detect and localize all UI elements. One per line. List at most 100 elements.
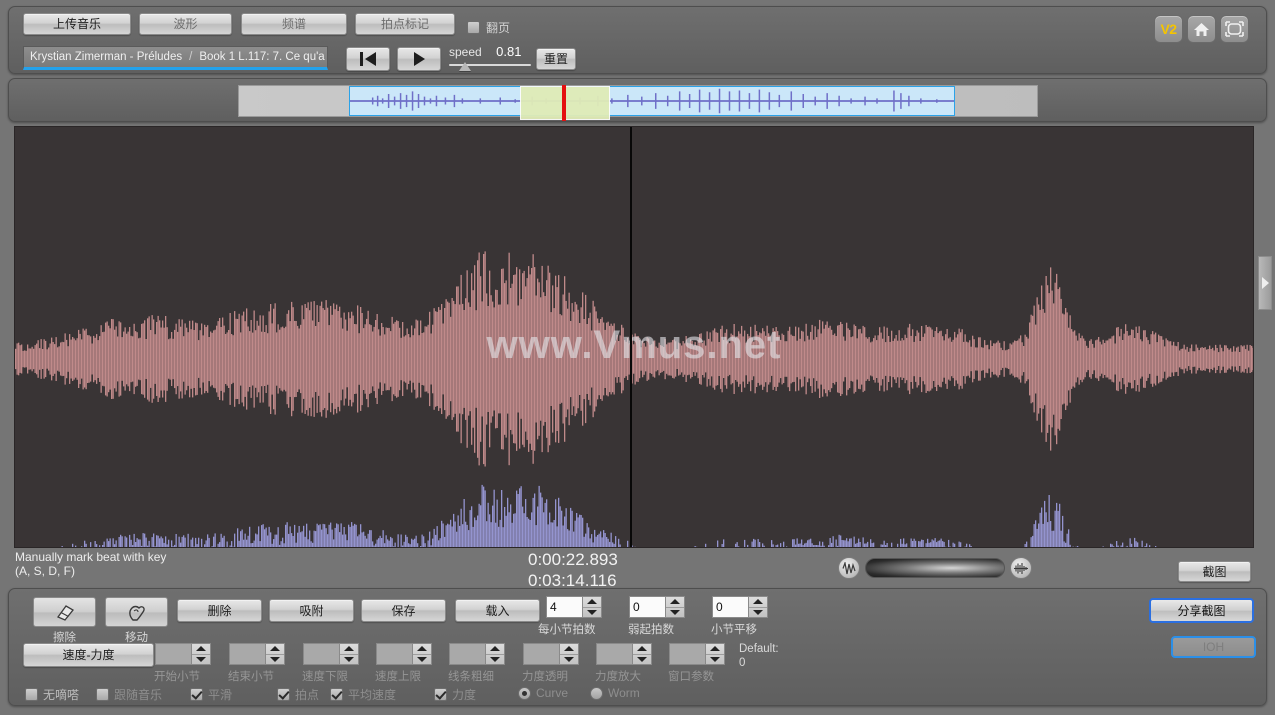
page-turn-checkbox[interactable] bbox=[467, 21, 480, 34]
pickup-beats-input[interactable]: 0 bbox=[629, 596, 665, 618]
reset-speed-button[interactable]: 重置 bbox=[536, 48, 576, 70]
tempo-min-arrows[interactable] bbox=[339, 643, 359, 665]
average-tempo-checkbox-group[interactable]: 平均速度 bbox=[330, 686, 396, 703]
dynamics-scale-input[interactable] bbox=[596, 643, 632, 665]
page-turn-checkbox-group[interactable]: 翻页 bbox=[467, 19, 510, 36]
vertical-scroll-handle[interactable] bbox=[1258, 256, 1272, 310]
fullscreen-button[interactable] bbox=[1220, 15, 1249, 43]
tempo-max-up-arrow[interactable] bbox=[413, 644, 431, 655]
overview-selection-region[interactable] bbox=[349, 85, 955, 121]
line-width-up-arrow[interactable] bbox=[486, 644, 504, 655]
dynamics-opacity-input[interactable] bbox=[523, 643, 559, 665]
waveform-narrow-icon[interactable] bbox=[1010, 557, 1032, 579]
tempo-min-input[interactable] bbox=[303, 643, 339, 665]
overview-waveform-strip[interactable] bbox=[238, 85, 1038, 121]
pickup-beats-arrows[interactable] bbox=[665, 596, 685, 618]
worm-radio-group[interactable]: Worm bbox=[590, 686, 640, 700]
start-measure-arrows[interactable] bbox=[191, 643, 211, 665]
tempo-max-stepper[interactable] bbox=[376, 643, 432, 665]
play-button[interactable] bbox=[397, 47, 441, 71]
measure-offset-stepper[interactable]: 0 bbox=[712, 596, 768, 618]
beats-per-measure-down-arrow[interactable] bbox=[583, 608, 601, 618]
rewind-button[interactable] bbox=[346, 47, 390, 71]
waveform-canvas[interactable]: www.Vmus.net bbox=[14, 126, 1254, 548]
window-param-input[interactable] bbox=[669, 643, 705, 665]
tempo-min-down-arrow[interactable] bbox=[340, 655, 358, 665]
measure-offset-up-arrow[interactable] bbox=[749, 597, 767, 608]
start-measure-down-arrow[interactable] bbox=[192, 655, 210, 665]
delete-button[interactable]: 删除 bbox=[177, 599, 262, 622]
tempo-max-arrows[interactable] bbox=[412, 643, 432, 665]
beat-checkbox-group[interactable]: 拍点 bbox=[277, 686, 319, 703]
waveform-wide-icon[interactable] bbox=[838, 557, 860, 579]
beat-checkbox[interactable] bbox=[277, 688, 290, 701]
beats-per-measure-up-arrow[interactable] bbox=[583, 597, 601, 608]
tempo-max-down-arrow[interactable] bbox=[413, 655, 431, 665]
start-measure-stepper[interactable] bbox=[155, 643, 211, 665]
window-param-down-arrow[interactable] bbox=[706, 655, 724, 665]
playhead-line[interactable] bbox=[630, 127, 632, 547]
curve-radio[interactable] bbox=[518, 686, 531, 700]
tempo-min-up-arrow[interactable] bbox=[340, 644, 358, 655]
start-measure-input[interactable] bbox=[155, 643, 191, 665]
smooth-checkbox[interactable] bbox=[190, 688, 203, 701]
window-param-arrows[interactable] bbox=[705, 643, 725, 665]
snap-button[interactable]: 吸附 bbox=[269, 599, 354, 622]
average-tempo-checkbox[interactable] bbox=[330, 688, 343, 701]
measure-offset-arrows[interactable] bbox=[748, 596, 768, 618]
spectrum-button[interactable]: 频谱 bbox=[241, 13, 347, 35]
worm-radio[interactable] bbox=[590, 686, 603, 700]
dynamics-checkbox-group[interactable]: 力度 bbox=[434, 686, 476, 703]
upload-music-button[interactable]: 上传音乐 bbox=[23, 13, 131, 35]
tempo-min-stepper[interactable] bbox=[303, 643, 359, 665]
beat-marker-button[interactable]: 拍点标记 bbox=[355, 13, 455, 35]
dynamics-opacity-arrows[interactable] bbox=[559, 643, 579, 665]
follow-music-checkbox[interactable] bbox=[96, 688, 109, 701]
screenshot-button[interactable]: 截图 bbox=[1178, 561, 1251, 582]
smooth-checkbox-group[interactable]: 平滑 bbox=[190, 686, 232, 703]
end-measure-input[interactable] bbox=[229, 643, 265, 665]
follow-music-checkbox-group[interactable]: 跟随音乐 bbox=[96, 686, 162, 703]
dynamics-opacity-down-arrow[interactable] bbox=[560, 655, 578, 665]
start-measure-up-arrow[interactable] bbox=[192, 644, 210, 655]
line-width-stepper[interactable] bbox=[449, 643, 505, 665]
line-width-arrows[interactable] bbox=[485, 643, 505, 665]
version-v2-button[interactable]: V2 bbox=[1154, 15, 1183, 43]
dynamics-opacity-up-arrow[interactable] bbox=[560, 644, 578, 655]
end-measure-up-arrow[interactable] bbox=[266, 644, 284, 655]
dynamics-scale-stepper[interactable] bbox=[596, 643, 652, 665]
erase-tool-button[interactable] bbox=[33, 597, 96, 627]
line-width-down-arrow[interactable] bbox=[486, 655, 504, 665]
pickup-beats-up-arrow[interactable] bbox=[666, 597, 684, 608]
waveform-button[interactable]: 波形 bbox=[139, 13, 232, 35]
line-width-input[interactable] bbox=[449, 643, 485, 665]
dynamics-scale-arrows[interactable] bbox=[632, 643, 652, 665]
beats-per-measure-arrows[interactable] bbox=[582, 596, 602, 618]
measure-offset-input[interactable]: 0 bbox=[712, 596, 748, 618]
save-button[interactable]: 保存 bbox=[361, 599, 446, 622]
share-screenshot-button[interactable]: 分享截图 bbox=[1149, 598, 1254, 623]
move-tool-button[interactable] bbox=[105, 597, 168, 627]
balance-slider-group[interactable] bbox=[838, 557, 1032, 579]
balance-slider-track[interactable] bbox=[865, 558, 1005, 578]
speed-slider-thumb[interactable] bbox=[459, 62, 471, 71]
end-measure-arrows[interactable] bbox=[265, 643, 285, 665]
home-button[interactable] bbox=[1187, 15, 1216, 43]
load-button[interactable]: 载入 bbox=[455, 599, 540, 622]
no-tick-checkbox[interactable] bbox=[25, 688, 38, 701]
window-param-stepper[interactable] bbox=[669, 643, 725, 665]
pickup-beats-down-arrow[interactable] bbox=[666, 608, 684, 618]
overview-playhead[interactable] bbox=[562, 85, 566, 121]
dynamics-scale-down-arrow[interactable] bbox=[633, 655, 651, 665]
ioh-button[interactable]: IOH bbox=[1171, 636, 1256, 658]
track-title-field[interactable]: Krystian Zimerman - Préludes / Book 1 L.… bbox=[23, 46, 328, 70]
beats-per-measure-stepper[interactable]: 4 bbox=[546, 596, 602, 618]
pickup-beats-stepper[interactable]: 0 bbox=[629, 596, 685, 618]
window-param-up-arrow[interactable] bbox=[706, 644, 724, 655]
end-measure-stepper[interactable] bbox=[229, 643, 285, 665]
dynamics-scale-up-arrow[interactable] bbox=[633, 644, 651, 655]
curve-radio-group[interactable]: Curve bbox=[518, 686, 568, 700]
measure-offset-down-arrow[interactable] bbox=[749, 608, 767, 618]
tempo-dynamics-button[interactable]: 速度-力度 bbox=[23, 643, 154, 667]
dynamics-opacity-stepper[interactable] bbox=[523, 643, 579, 665]
